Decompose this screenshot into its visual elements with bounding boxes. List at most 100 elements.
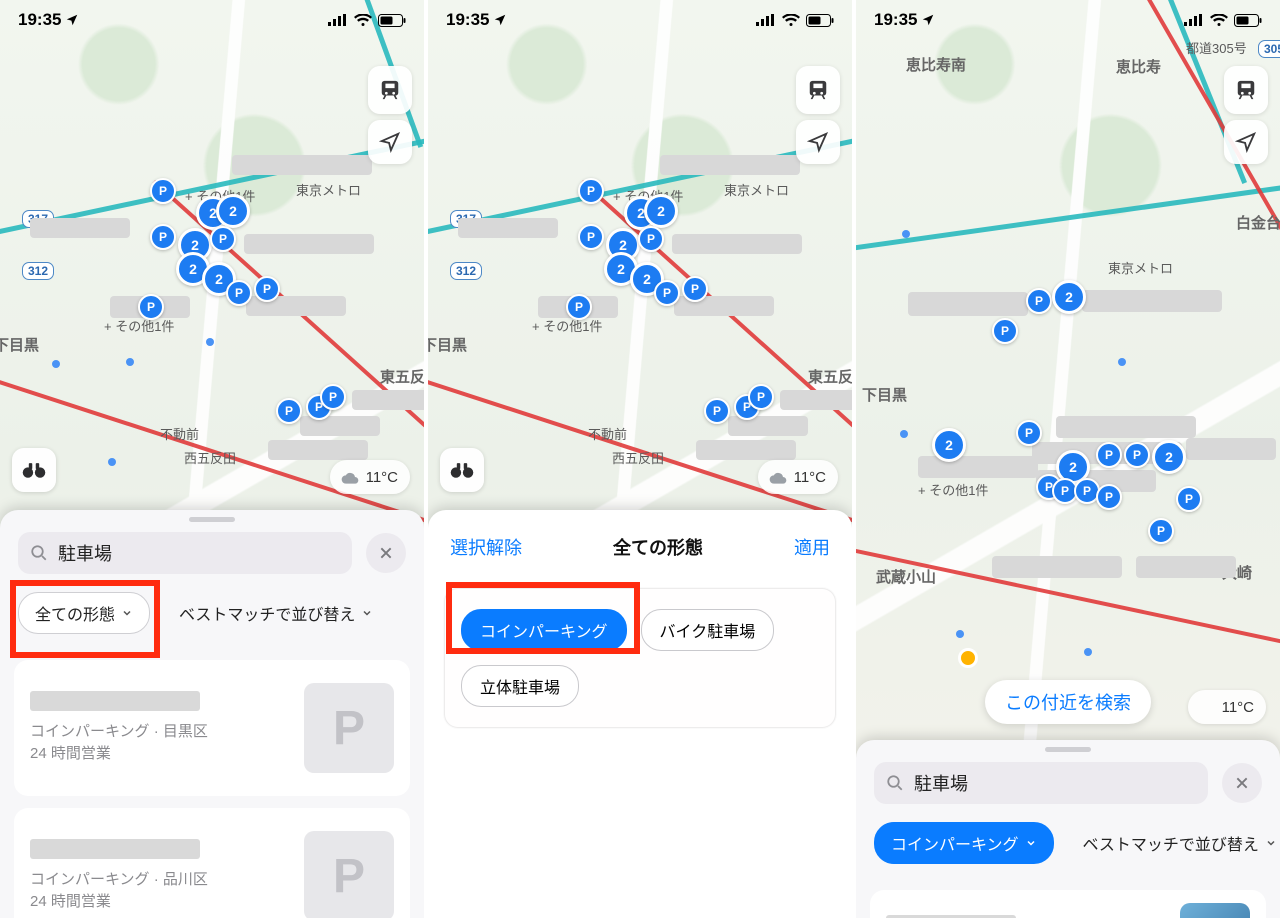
locate-button[interactable] [796,120,840,164]
chevron-down-icon [1025,837,1037,849]
wifi-icon [354,14,372,27]
selected-map-marker[interactable] [958,648,978,668]
chevron-down-icon [1265,837,1277,849]
close-button[interactable] [366,533,406,573]
apply-button[interactable]: 適用 [794,534,830,560]
pin-p[interactable]: P [1026,288,1052,314]
pin-p: P [748,384,774,410]
weather-pill[interactable]: 11°C [758,460,838,494]
status-time: 19:35 [18,10,61,30]
pin-2[interactable]: 2 [1052,280,1086,314]
drawer-grabber[interactable] [1045,747,1091,752]
active-filter-chip[interactable]: コインパーキング [874,822,1054,864]
result-hours: 24 時間営業 [30,745,111,762]
status-bar: 19:35 [856,0,1280,40]
label-metro: 東京メトロ [296,180,361,199]
locate-button[interactable] [1224,120,1268,164]
label-nishigotanda: 西五反田 [184,448,236,467]
result-card[interactable]: コインパーキング · 品川区 24 時間営業 P [14,808,410,918]
pin-p[interactable]: P [1096,484,1122,510]
pin-p[interactable]: P [138,294,164,320]
result-thumb: P [304,683,394,773]
search-input[interactable] [874,762,1208,804]
shield-312: 312 [450,262,482,280]
cloud-icon [340,469,360,485]
pin-p[interactable]: P [992,318,1018,344]
label-higashi: 東五反田 [380,366,428,387]
drawer-grabber[interactable] [189,517,235,522]
clear-button[interactable]: 選択解除 [450,534,522,560]
pin-p[interactable]: P [210,226,236,252]
result-title-redacted [30,691,200,711]
filter-sheet[interactable]: 選択解除 全ての形態 適用 コインパーキング バイク駐車場 立体駐車場 [428,510,852,918]
screenshot-1: 317 312 東京メトロ + その他1件 + その他1件 下目黒 東五反田 不… [0,0,428,918]
screenshot-3: 305 恵比寿南 恵比寿 都道305号 白金台 東京メトロ 下目黒 + その他1… [856,0,1280,918]
cloud-icon [768,469,788,485]
result-thumb: P [304,831,394,918]
signal-icon [328,14,348,26]
pin-p: P [578,178,604,204]
location-icon [65,13,79,27]
transit-button[interactable] [796,66,840,114]
chevron-down-icon [361,607,373,619]
pin-p: P [682,276,708,302]
pin-2[interactable]: 2 [1152,440,1186,474]
sort-chip[interactable]: ベストマッチで並び替え [1066,822,1280,864]
pin-p[interactable]: P [276,398,302,424]
result-title-redacted [30,839,200,859]
search-nearby-button[interactable]: この付近を検索 [985,680,1151,724]
pin-p[interactable]: P [150,178,176,204]
opt-coin-parking[interactable]: コインパーキング [461,609,627,651]
pin-p: P [638,226,664,252]
battery-icon [378,14,406,27]
result-subtitle: コインパーキング · 目黒区 [30,723,208,740]
pin-p[interactable]: P [320,384,346,410]
label-plusother2: + その他1件 [104,316,174,335]
close-icon [1234,775,1250,791]
transit-button[interactable] [368,66,412,114]
locate-button[interactable] [368,120,412,164]
moon-icon [1198,698,1216,716]
chevron-down-icon [121,607,133,619]
sort-chip[interactable]: ベストマッチで並び替え [162,592,390,634]
weather-temp: 11°C [366,469,398,486]
result-card[interactable] [870,890,1266,918]
pin-p[interactable]: P [1124,442,1150,468]
weather-pill[interactable]: 11°C [330,460,410,494]
search-input[interactable] [18,532,352,574]
pin-p[interactable]: P [226,280,252,306]
filter-type-chip[interactable]: 全ての形態 [18,592,150,634]
search-field[interactable] [56,542,340,565]
pin-p[interactable]: P [254,276,280,302]
results-panel[interactable]: 全ての形態 ベストマッチで並び替え コインパーキング · 目黒区 24 時間営業… [0,510,424,918]
pin-p[interactable]: P [150,224,176,250]
pin-2[interactable]: 2 [932,428,966,462]
pin-p: P [704,398,730,424]
shield-312: 312 [22,262,54,280]
result-thumb [1180,903,1250,918]
label-fudomae: 不動前 [160,424,199,443]
weather-pill[interactable]: 11°C [1188,690,1266,724]
result-hours: 24 時間営業 [30,893,111,910]
pin-p[interactable]: P [1148,518,1174,544]
label-shimomeguro: 下目黒 [0,334,39,355]
screenshot-2: 317 312 東京メトロ + その他1件 + その他1件 下目黒 東五反田 不… [428,0,856,918]
close-button[interactable] [1222,763,1262,803]
pin-2[interactable]: 2 [216,194,250,228]
opt-bike-parking[interactable]: バイク駐車場 [641,609,775,651]
results-panel[interactable]: コインパーキング ベストマッチで並び替え [856,740,1280,918]
lookaround-button[interactable] [440,448,484,492]
result-subtitle: コインパーキング · 品川区 [30,871,208,888]
transit-button[interactable] [1224,66,1268,114]
option-card: コインパーキング バイク駐車場 立体駐車場 [444,588,836,728]
pin-2: 2 [644,194,678,228]
pin-p: P [566,294,592,320]
status-bar: 19:35 [0,0,424,40]
pin-p[interactable]: P [1176,486,1202,512]
opt-multi-story[interactable]: 立体駐車場 [461,665,579,707]
result-card[interactable]: コインパーキング · 目黒区 24 時間営業 P [14,660,410,796]
pin-p[interactable]: P [1096,442,1122,468]
search-field[interactable] [912,772,1196,795]
pin-p[interactable]: P [1016,420,1042,446]
lookaround-button[interactable] [12,448,56,492]
